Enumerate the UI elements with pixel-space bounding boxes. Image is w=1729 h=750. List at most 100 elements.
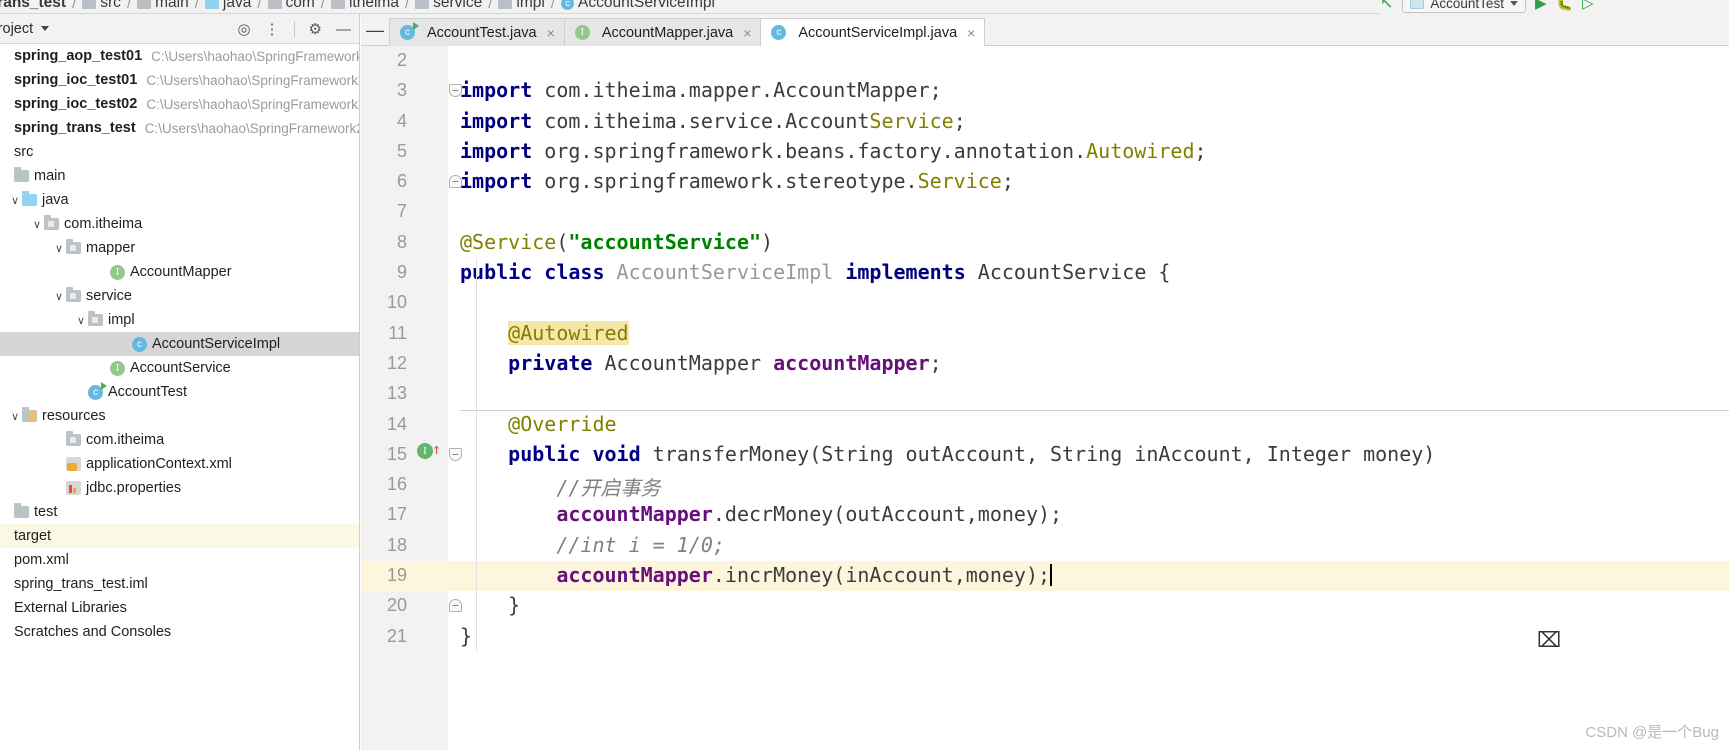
tree-item[interactable]: spring_ioc_test01 C:\Users\haohao\SpringF… xyxy=(0,68,359,92)
line-number: 8 xyxy=(396,231,407,252)
chevron-down-icon[interactable]: ∨ xyxy=(8,410,22,423)
line-number: 20 xyxy=(386,595,407,616)
tree-item[interactable]: c AccountTest xyxy=(0,380,359,404)
code-line[interactable]: 8 @Service("accountService") xyxy=(361,228,1729,258)
breadcrumb-item[interactable]: main xyxy=(137,0,189,12)
resources-folder-icon xyxy=(22,407,37,422)
chevron-down-icon[interactable]: ∨ xyxy=(8,194,22,207)
code-editor[interactable]: 2 3− import com.itheima.mapper.AccountMapp… xyxy=(361,46,1729,750)
code-line[interactable]: 6− import org.springframework.stereotype.… xyxy=(361,167,1729,197)
tree-item[interactable]: Scratches and Consoles xyxy=(0,620,359,644)
tree-item[interactable]: jdbc.properties xyxy=(0,476,359,500)
code-line[interactable]: 9 public class AccountServiceImpl impleme… xyxy=(361,258,1729,288)
tree-item-label: Scratches and Consoles xyxy=(14,624,172,640)
tree-item[interactable]: target xyxy=(0,524,359,548)
code-line[interactable]: 17 accountMapper.decrMoney(outAccount,mo… xyxy=(361,500,1729,530)
code-line[interactable]: 4 import com.itheima.service.AccountServi… xyxy=(361,107,1729,137)
breadcrumb-item-label: AccountServiceImpl xyxy=(577,0,715,11)
debug-bug-icon[interactable]: 🐛 xyxy=(1556,0,1573,12)
editor-tab[interactable]: I AccountMapper.java × xyxy=(563,18,762,46)
tree-item[interactable]: spring_trans_test C:\Users\haohao\SpringF… xyxy=(0,116,359,140)
tree-item[interactable]: spring_aop_test01 C:\Users\haohao\SpringF… xyxy=(0,44,359,68)
tree-item[interactable]: src xyxy=(0,140,359,164)
properties-file-icon xyxy=(66,481,81,495)
tree-item-label: java xyxy=(42,192,69,208)
project-panel-title: Project xyxy=(0,20,34,37)
locate-target-icon[interactable]: ◎ xyxy=(237,22,250,37)
breadcrumb-item-label: itheima xyxy=(348,0,399,11)
tree-item[interactable]: ∨ java xyxy=(0,188,359,212)
code-line[interactable]: 15− I ↑ public void transferMoney(String o… xyxy=(361,440,1729,470)
collapse-all-icon[interactable]: ⋮ xyxy=(265,22,280,37)
tree-item[interactable]: ∨ service xyxy=(0,284,359,308)
tree-item-label: impl xyxy=(108,312,135,328)
close-icon[interactable]: × xyxy=(743,25,751,41)
tree-item[interactable]: ∨ impl xyxy=(0,308,359,332)
run-play-icon[interactable]: ▶ xyxy=(1535,0,1547,11)
chevron-down-icon[interactable]: ∨ xyxy=(74,314,88,327)
chevron-down-icon[interactable]: ∨ xyxy=(52,290,66,303)
code-line-text: //开启事务 xyxy=(556,476,661,501)
code-line[interactable]: 2 xyxy=(361,46,1729,76)
tree-item[interactable]: External Libraries xyxy=(0,596,359,620)
breadcrumb-item[interactable]: com xyxy=(267,0,315,12)
tree-item[interactable]: pom.xml xyxy=(0,548,359,572)
tree-item[interactable]: spring_ioc_test02 C:\Users\haohao\SpringF… xyxy=(0,92,359,116)
code-line[interactable]: 21} xyxy=(361,622,1729,652)
chevron-down-icon[interactable]: ∨ xyxy=(52,242,66,255)
close-icon[interactable]: × xyxy=(967,25,975,41)
spring-config-icon xyxy=(66,457,81,471)
code-line[interactable]: 18 //int i = 1/0; xyxy=(361,531,1729,561)
breadcrumb-item[interactable]: src xyxy=(82,0,121,12)
tree-item[interactable]: spring_trans_test.iml xyxy=(0,572,359,596)
line-number: 7 xyxy=(396,201,407,222)
chevron-down-icon[interactable]: ∨ xyxy=(30,218,44,231)
code-content[interactable]: 2 3− import com.itheima.mapper.AccountMapp… xyxy=(361,46,1729,750)
code-line[interactable]: 12 private AccountMapper accountMapper; xyxy=(361,349,1729,379)
code-line[interactable]: 10 xyxy=(361,288,1729,318)
tree-item[interactable]: ∨ resources xyxy=(0,404,359,428)
implementing-method-icon[interactable]: I ↑ xyxy=(417,440,443,462)
settings-gear-icon[interactable]: ⚙ xyxy=(309,22,322,37)
tree-item[interactable]: com.itheima xyxy=(0,428,359,452)
code-line[interactable]: 3− import com.itheima.mapper.AccountMappe… xyxy=(361,76,1729,106)
breadcrumb-item[interactable]: impl xyxy=(498,0,545,12)
breadcrumb-item[interactable]: java xyxy=(204,0,251,12)
code-line[interactable]: 7 xyxy=(361,197,1729,227)
hide-panel-icon[interactable]: — xyxy=(336,22,351,37)
project-panel-header: Project ◎ ⋮ ⚙ — xyxy=(0,14,359,44)
tree-item[interactable]: I AccountService xyxy=(0,356,359,380)
editor-tab[interactable]: c AccountTest.java × xyxy=(389,18,565,46)
hide-editor-icon[interactable]: — xyxy=(361,14,389,46)
code-line[interactable]: 11 @Autowired xyxy=(361,319,1729,349)
editor-tab[interactable]: c AccountServiceImpl.java × xyxy=(760,18,986,47)
back-arrow-icon[interactable]: ↖ xyxy=(1380,0,1393,13)
code-line[interactable]: 13 xyxy=(361,379,1729,409)
breadcrumb-item[interactable]: c AccountServiceImpl xyxy=(560,0,715,12)
tree-item[interactable]: applicationContext.xml xyxy=(0,452,359,476)
code-line[interactable]: 5 import org.springframework.beans.factor… xyxy=(361,137,1729,167)
close-icon[interactable]: × xyxy=(547,25,555,41)
code-line[interactable]: 20− } xyxy=(361,591,1729,621)
project-panel-title-group[interactable]: Project xyxy=(0,20,50,37)
breadcrumb-item[interactable]: trans_test xyxy=(0,0,66,12)
tree-item[interactable]: I AccountMapper xyxy=(0,260,359,284)
tree-item[interactable]: test xyxy=(0,500,359,524)
breadcrumb-item[interactable]: itheima xyxy=(330,0,399,12)
code-line[interactable]: 14 @Override xyxy=(361,409,1729,440)
tree-item[interactable]: c AccountServiceImpl xyxy=(0,332,359,356)
tree-item[interactable]: ∨ mapper xyxy=(0,236,359,260)
code-line-text: } xyxy=(460,623,473,648)
tree-item-path: C:\Users\haohao\SpringFramework202 xyxy=(144,120,359,136)
code-line[interactable]: 16 //开启事务 xyxy=(361,470,1729,500)
tree-item-path: C:\Users\haohao\SpringFramework202 xyxy=(146,96,359,112)
breadcrumb-item[interactable]: service xyxy=(415,0,482,12)
project-tree[interactable]: spring_aop_test01 C:\Users\haohao\SpringF… xyxy=(0,44,359,750)
run-configuration-selector[interactable]: AccountTest xyxy=(1402,0,1526,13)
code-line[interactable]: 19 accountMapper.incrMoney(inAccount,mon… xyxy=(361,561,1729,592)
tree-item[interactable]: main xyxy=(0,164,359,188)
tree-item-label: spring_trans_test.iml xyxy=(14,576,148,592)
run-coverage-icon[interactable]: ▷ xyxy=(1582,0,1594,11)
line-number: 3 xyxy=(396,80,407,101)
tree-item[interactable]: ∨ com.itheima xyxy=(0,212,359,236)
